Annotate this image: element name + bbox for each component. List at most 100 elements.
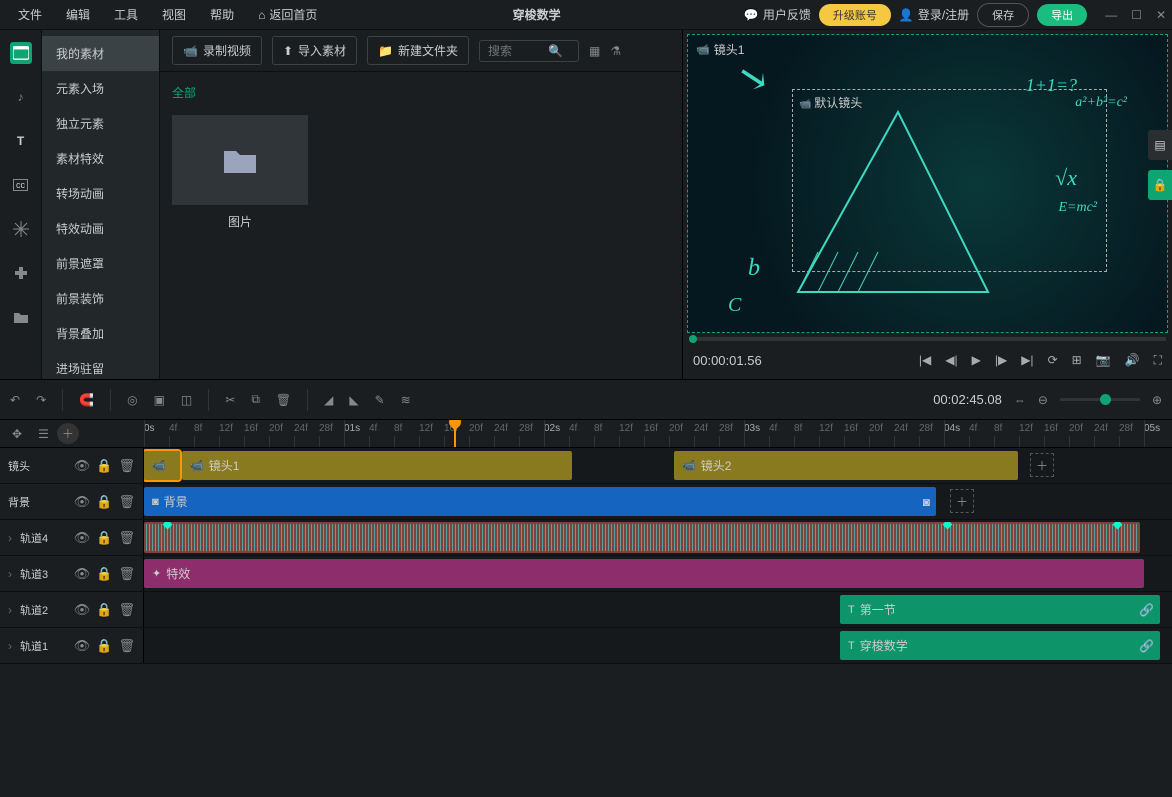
cat-item-7[interactable]: 前景装饰 <box>42 281 159 316</box>
visibility-icon[interactable]: 👁 <box>74 458 91 474</box>
loop-icon[interactable]: ⟳ <box>1048 353 1058 367</box>
clip-bg[interactable]: ◙背景◙ <box>144 487 936 516</box>
rail-text-icon[interactable]: T <box>10 130 32 152</box>
maximize-button[interactable]: ☐ <box>1131 8 1142 22</box>
frame-icon[interactable]: ▣ <box>154 393 165 407</box>
next-frame-icon[interactable]: ▶| <box>1021 353 1033 367</box>
rail-mask-icon[interactable] <box>10 218 32 240</box>
search-icon[interactable]: 🔍 <box>548 44 563 58</box>
redo-icon[interactable]: ↷ <box>36 393 46 407</box>
clip-fx[interactable]: ✦特效 <box>144 559 1144 588</box>
trash-icon[interactable]: 🗑 <box>118 494 135 510</box>
menu-view[interactable]: 视图 <box>150 0 198 30</box>
visibility-icon[interactable]: 👁 <box>74 638 91 654</box>
visibility-icon[interactable]: 👁 <box>74 494 91 510</box>
timeline-ruler[interactable]: ✥ ☰ ＋ 0s4f8f12f16f20f24f28f01s4f8f12f16f… <box>0 420 1172 448</box>
feedback-button[interactable]: 💬 用户反馈 <box>744 6 811 23</box>
trash-icon[interactable]: 🗑 <box>118 638 135 654</box>
preview-canvas[interactable]: 📹 镜头1 ↘ 1+1=? a²+b²=c² √x E=mc² b C 📹 默认… <box>687 34 1168 333</box>
chevron-icon[interactable]: › <box>8 639 12 653</box>
grid-icon[interactable]: ⊞ <box>1072 353 1082 367</box>
lock-icon[interactable]: 🔒 <box>96 602 112 618</box>
cat-item-0[interactable]: 我的素材 <box>42 36 159 71</box>
grid-view-icon[interactable]: ▦ <box>589 44 600 58</box>
step-fwd-icon[interactable]: |▶ <box>995 353 1007 367</box>
cat-item-5[interactable]: 特效动画 <box>42 211 159 246</box>
visibility-icon[interactable]: 👁 <box>74 530 91 546</box>
clip-shot-1[interactable]: 📹镜头1 <box>182 451 572 480</box>
minimize-button[interactable]: — <box>1105 8 1117 22</box>
save-button[interactable]: 保存 <box>977 3 1029 27</box>
search-field[interactable]: 🔍 <box>479 40 579 62</box>
clip-shot-thumb[interactable]: 📹 <box>144 451 180 480</box>
layers-icon[interactable]: ≋ <box>401 393 411 407</box>
add-bg-button[interactable]: ＋ <box>950 489 974 513</box>
menu-file[interactable]: 文件 <box>6 0 54 30</box>
zoom-slider[interactable] <box>1060 398 1140 401</box>
rail-audio-icon[interactable]: ♪ <box>10 86 32 108</box>
lock-icon[interactable]: 🔒 <box>96 494 112 510</box>
chevron-icon[interactable]: › <box>8 603 12 617</box>
asset-thumb[interactable]: 图片 <box>172 115 308 230</box>
chevron-icon[interactable]: › <box>8 567 12 581</box>
clip-audio[interactable] <box>144 522 1140 553</box>
side-tab-1[interactable]: ▤ <box>1148 130 1172 160</box>
rail-plugin-icon[interactable] <box>10 262 32 284</box>
visibility-icon[interactable]: 👁 <box>74 566 91 582</box>
copy-icon[interactable]: ⧉ <box>251 392 260 407</box>
mark-in-icon[interactable]: ◢ <box>324 393 333 407</box>
list-icon[interactable]: ☰ <box>38 427 49 441</box>
side-tab-2[interactable]: 🔒 <box>1148 170 1172 200</box>
edit-icon[interactable]: ✎ <box>375 393 385 407</box>
add-track-icon[interactable]: ＋ <box>57 423 79 444</box>
import-button[interactable]: ⬆导入素材 <box>272 36 357 65</box>
fit-icon[interactable]: ⇔ <box>1014 393 1026 407</box>
login-button[interactable]: 👤 登录/注册 <box>899 6 969 23</box>
cat-item-6[interactable]: 前景遮罩 <box>42 246 159 281</box>
volume-icon[interactable]: 🔊 <box>1125 353 1140 367</box>
fullscreen-icon[interactable]: ⛶ <box>1154 353 1162 368</box>
filter-icon[interactable]: ⚗ <box>610 44 621 58</box>
delete-icon[interactable]: 🗑 <box>276 393 291 407</box>
lock-icon[interactable]: 🔒 <box>96 638 112 654</box>
rail-media-icon[interactable] <box>10 42 32 64</box>
new-folder-button[interactable]: 📁新建文件夹 <box>367 36 469 65</box>
mark-out-icon[interactable]: ◣ <box>349 393 358 407</box>
menu-edit[interactable]: 编辑 <box>54 0 102 30</box>
chevron-icon[interactable]: › <box>8 531 12 545</box>
playhead[interactable] <box>454 420 456 447</box>
upgrade-button[interactable]: 升级账号 <box>819 4 891 26</box>
trash-icon[interactable]: 🗑 <box>118 602 135 618</box>
zoom-out-icon[interactable]: ⊖ <box>1038 393 1048 407</box>
menu-help[interactable]: 帮助 <box>198 0 246 30</box>
record-button[interactable]: 📹录制视频 <box>172 36 262 65</box>
clip-text-2[interactable]: T穿梭数学🔗 <box>840 631 1160 660</box>
snapshot-icon[interactable]: 📷 <box>1096 353 1111 367</box>
export-button[interactable]: 导出 <box>1037 4 1087 26</box>
crop-icon[interactable]: ✂ <box>225 393 235 407</box>
visibility-icon[interactable]: 👁 <box>74 602 91 618</box>
trash-icon[interactable]: 🗑 <box>118 566 135 582</box>
search-input[interactable] <box>488 44 548 58</box>
cat-item-9[interactable]: 进场驻留 <box>42 351 159 379</box>
trash-icon[interactable]: 🗑 <box>118 458 135 474</box>
clip-shot-2[interactable]: 📹镜头2 <box>674 451 1018 480</box>
add-shot-button[interactable]: ＋ <box>1030 453 1054 477</box>
cat-item-3[interactable]: 素材特效 <box>42 141 159 176</box>
rail-caption-icon[interactable]: cc <box>10 174 32 196</box>
lock-icon[interactable]: 🔒 <box>96 458 112 474</box>
rail-folder-icon[interactable] <box>10 306 32 328</box>
cat-item-1[interactable]: 元素入场 <box>42 71 159 106</box>
cat-item-4[interactable]: 转场动画 <box>42 176 159 211</box>
play-icon[interactable]: ▶ <box>972 353 981 367</box>
zoom-in-icon[interactable]: ⊕ <box>1152 393 1162 407</box>
step-back-icon[interactable]: ◀| <box>945 353 957 367</box>
undo-icon[interactable]: ↶ <box>10 393 20 407</box>
prev-frame-icon[interactable]: |◀ <box>919 353 931 367</box>
menu-tools[interactable]: 工具 <box>102 0 150 30</box>
cat-item-2[interactable]: 独立元素 <box>42 106 159 141</box>
clip-text-1[interactable]: T第一节🔗 <box>840 595 1160 624</box>
cursor-tool-icon[interactable]: ✥ <box>12 427 22 441</box>
trash-icon[interactable]: 🗑 <box>118 530 135 546</box>
target-icon[interactable]: ◎ <box>127 393 137 407</box>
